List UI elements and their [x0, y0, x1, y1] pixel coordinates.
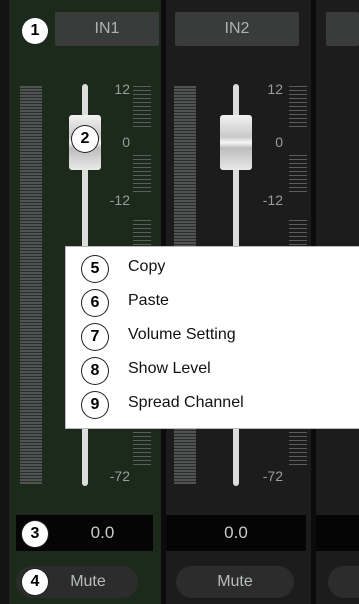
volume-value: 0.0: [90, 523, 115, 542]
menu-item-label: Volume Setting: [128, 326, 236, 343]
scale-label-0: 0: [122, 134, 130, 150]
volume-value-box[interactable]: 0.0: [166, 515, 306, 551]
callout-badge: 5: [82, 256, 108, 282]
menu-item-spread-channel[interactable]: 9 Spread Channel: [82, 389, 359, 421]
menu-item-show-level[interactable]: 8 Show Level: [82, 355, 359, 387]
mute-label: Mute: [217, 573, 253, 590]
scale-label-0: 0: [275, 134, 283, 150]
callout-badge: 2: [72, 126, 98, 152]
callout-badge: 7: [82, 324, 108, 350]
callout-badge: 4: [22, 569, 48, 595]
channel-name-box[interactable]: [326, 12, 359, 46]
fader-knob[interactable]: [220, 115, 252, 170]
callout-badge: 9: [82, 392, 108, 418]
scale-label-minus72: -72: [109, 468, 130, 484]
menu-item-copy[interactable]: 5 Copy: [82, 253, 359, 285]
channel-name-box[interactable]: IN1: [55, 12, 159, 46]
volume-value: 0.0: [224, 523, 248, 542]
mute-button[interactable]: [328, 566, 359, 598]
mute-button[interactable]: Mute: [176, 566, 294, 598]
scale-label-minus12: -12: [109, 192, 130, 208]
context-menu: 5 Copy 6 Paste 7 Volume Setting 8 Show L…: [65, 246, 359, 429]
menu-item-paste[interactable]: 6 Paste: [82, 287, 359, 319]
channel-name: IN2: [224, 20, 250, 37]
scale-ticks: [133, 155, 151, 195]
scale-ticks: [289, 86, 307, 130]
scale-label-12: 12: [267, 81, 283, 97]
callout-badge: 8: [82, 358, 108, 384]
volume-value-box[interactable]: [316, 515, 359, 551]
callout-badge: 1: [22, 18, 48, 44]
menu-item-label: Copy: [128, 258, 166, 275]
callout-badge: 6: [82, 290, 108, 316]
level-meter: [20, 86, 42, 484]
scale-label-12: 12: [114, 81, 130, 97]
channel-name-box[interactable]: IN2: [175, 12, 299, 46]
scale-ticks: [133, 86, 151, 130]
scale-ticks: [289, 155, 307, 195]
channel-name: IN1: [94, 20, 120, 37]
scale-label-minus72: -72: [262, 468, 283, 484]
menu-item-label: Spread Channel: [128, 394, 244, 411]
menu-item-volume-setting[interactable]: 7 Volume Setting: [82, 321, 359, 353]
mute-label: Mute: [70, 573, 106, 590]
menu-item-label: Show Level: [128, 360, 211, 377]
scale-label-minus12: -12: [262, 192, 283, 208]
callout-badge: 3: [22, 521, 48, 547]
menu-item-label: Paste: [128, 292, 169, 309]
